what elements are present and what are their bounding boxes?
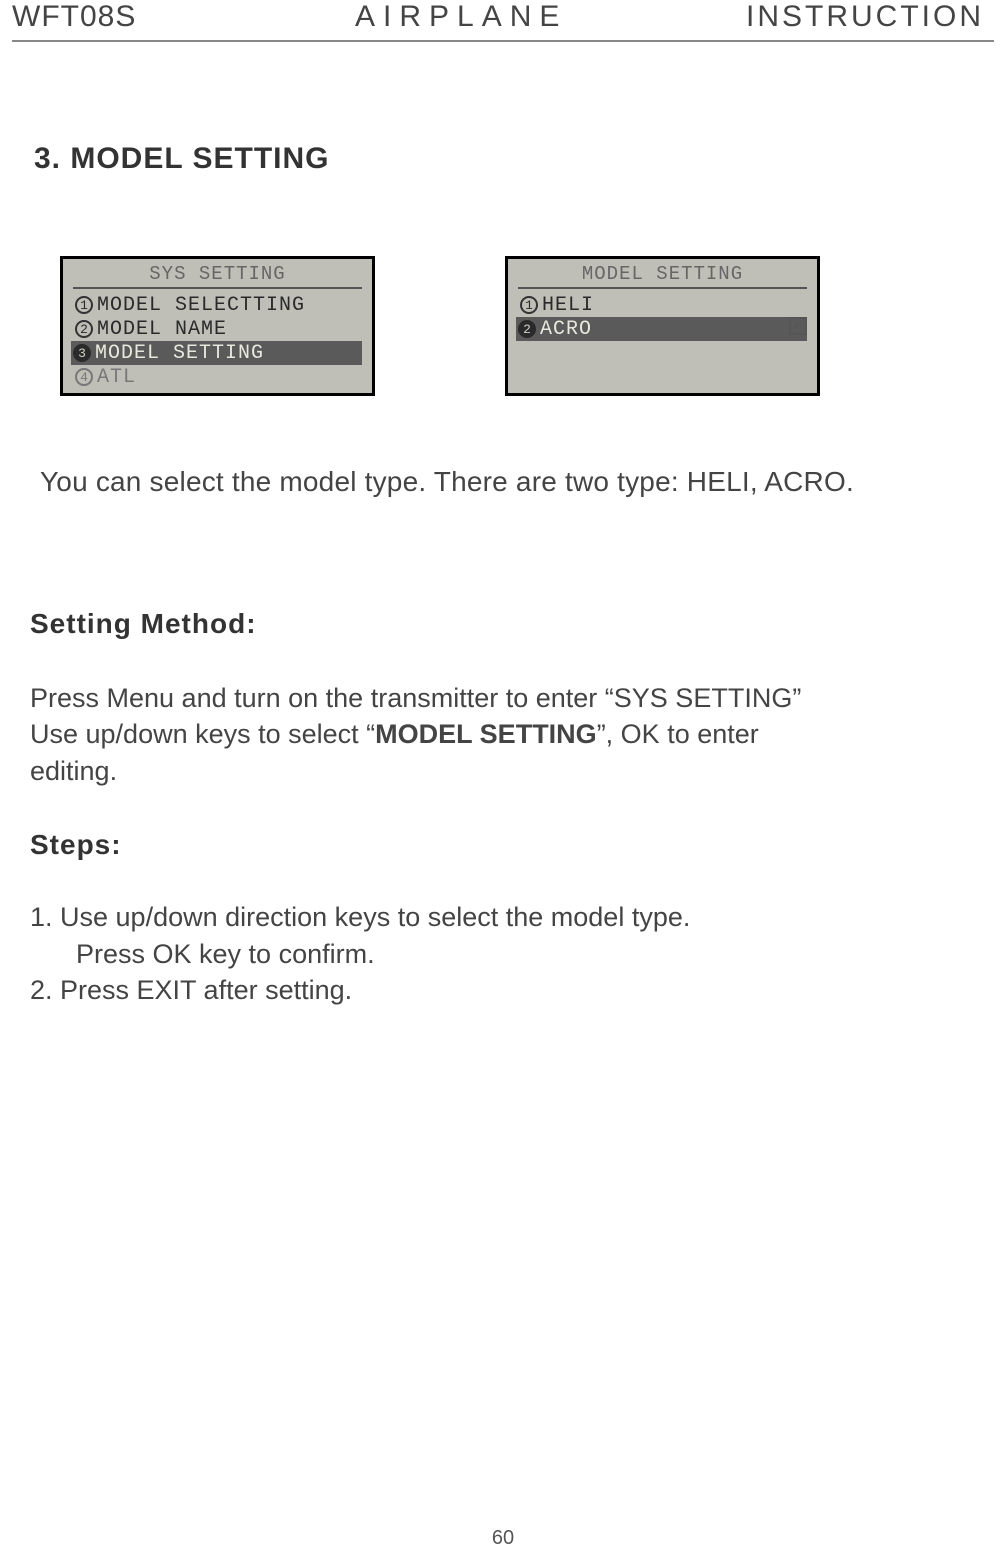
page-number: 60 xyxy=(0,1527,1006,1550)
intro-text: You can select the model type. There are… xyxy=(40,466,976,498)
lcd-item-label: HELI xyxy=(542,294,594,317)
lcd-item-label: MODEL SETTING xyxy=(95,342,264,365)
lcd-row: 4 ATL xyxy=(73,365,362,389)
step-line: 1. Use up/down direction keys to select … xyxy=(30,902,690,932)
lcd-item-label: ACRO xyxy=(540,318,592,341)
lcd-screenshots-row: SYS SETTING 1 MODEL SELECTTING 2 MODEL N… xyxy=(60,256,976,396)
lcd-item-number-icon: 2 xyxy=(75,320,93,338)
lcd-item-number-icon: 4 xyxy=(75,368,93,386)
steps-heading: Steps: xyxy=(30,829,976,861)
page-header: WFT08S AIRPLANE INSTRUCTION xyxy=(12,0,994,42)
lcd-row: 1 HELI xyxy=(518,293,807,317)
lcd-item-number-icon: 2 xyxy=(518,320,536,338)
section-title: 3. MODEL SETTING xyxy=(34,142,976,176)
page-content: 3. MODEL SETTING SYS SETTING 1 MODEL SEL… xyxy=(0,142,1006,1009)
lcd-title: MODEL SETTING xyxy=(518,263,807,285)
lcd-item-label: MODEL NAME xyxy=(97,318,227,341)
lcd-item-number-icon: 3 xyxy=(73,344,91,362)
method-bold-term: MODEL SETTING xyxy=(375,719,597,749)
lcd-divider xyxy=(73,287,362,289)
lcd-item-label: MODEL SELECTTING xyxy=(97,294,305,317)
method-line: Use up/down keys to select “ xyxy=(30,719,375,749)
lcd-row: 1 MODEL SELECTTING xyxy=(73,293,362,317)
lcd-item-number-icon: 1 xyxy=(520,296,538,314)
step-line: Press OK key to confirm. xyxy=(30,936,976,972)
header-section: AIRPLANE xyxy=(315,0,567,34)
method-line: ”, OK to enter xyxy=(597,719,759,749)
method-line: editing. xyxy=(30,756,117,786)
method-line: Press Menu and turn on the transmitter t… xyxy=(30,683,801,713)
header-model: WFT08S xyxy=(12,0,136,34)
lcd-row-selected: 3 MODEL SETTING xyxy=(71,341,362,365)
lcd-divider xyxy=(518,287,807,289)
lcd-item-label: ATL xyxy=(97,366,136,389)
lcd-title: SYS SETTING xyxy=(73,263,362,285)
checkmark-icon: ✓ xyxy=(789,317,807,335)
lcd-row-selected: 2 ACRO xyxy=(516,317,807,341)
lcd-sys-setting: SYS SETTING 1 MODEL SELECTTING 2 MODEL N… xyxy=(60,256,375,396)
step-line: 2. Press EXIT after setting. xyxy=(30,975,352,1005)
lcd-model-setting: MODEL SETTING 1 HELI 2 ACRO ✓ xyxy=(505,256,820,396)
lcd-item-number-icon: 1 xyxy=(75,296,93,314)
header-type: INSTRUCTION xyxy=(746,0,984,34)
setting-method-heading: Setting Method: xyxy=(30,608,976,640)
steps-body: 1. Use up/down direction keys to select … xyxy=(30,899,976,1008)
setting-method-body: Press Menu and turn on the transmitter t… xyxy=(30,680,976,789)
lcd-row: 2 MODEL NAME xyxy=(73,317,362,341)
